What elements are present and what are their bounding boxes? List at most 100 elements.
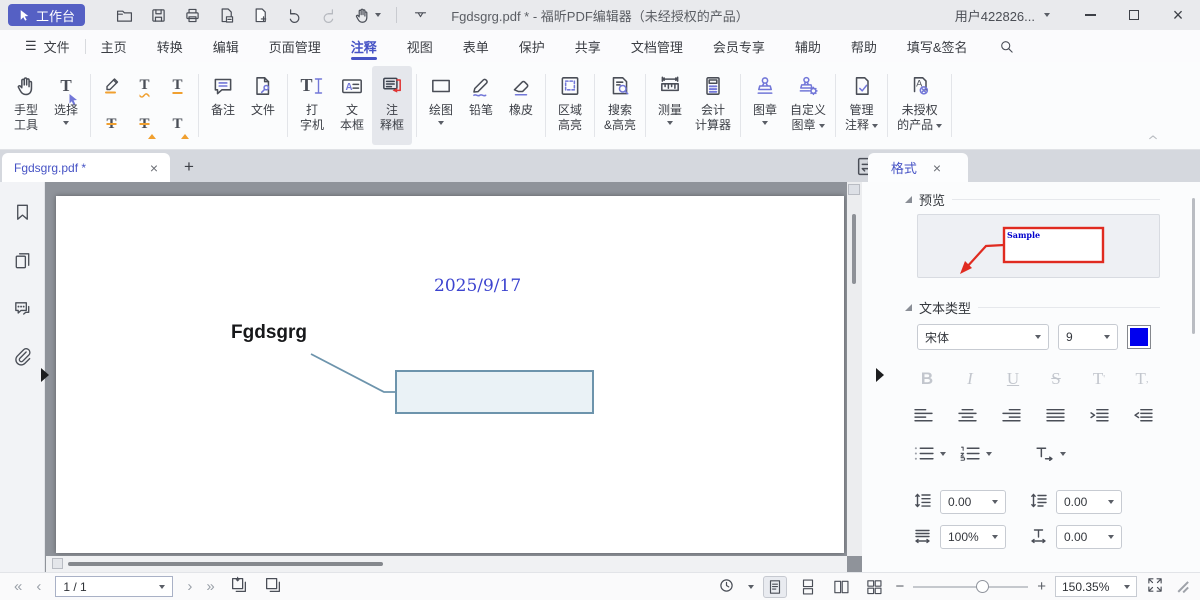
menu-protect[interactable]: 保护 [504, 30, 560, 62]
custom-stamp-dropdown-icon[interactable] [819, 124, 825, 128]
measure-button[interactable]: 测量 [650, 66, 690, 145]
menu-file[interactable]: ☰文件 [10, 30, 85, 62]
menu-comment-active[interactable]: 注释 [336, 30, 392, 62]
eraser-tool-button[interactable]: 橡皮 [501, 66, 541, 145]
zoom-slider-thumb[interactable] [976, 580, 989, 593]
hand-mode-dropdown-icon[interactable] [375, 13, 381, 17]
split-view-nub[interactable] [848, 184, 860, 195]
search-highlight-button[interactable]: 搜索 &高亮 [599, 66, 641, 145]
next-view-icon[interactable] [263, 575, 283, 598]
callout-button-selected[interactable]: 注 释框 [372, 66, 412, 145]
user-account-button[interactable]: 用户422826... [955, 6, 1050, 25]
underline-button[interactable]: U [1000, 366, 1026, 392]
redo-icon[interactable] [319, 6, 338, 25]
auto-scroll-icon[interactable] [717, 576, 736, 598]
horizontal-scrollbar-thumb[interactable] [68, 562, 383, 566]
align-right-button[interactable] [1002, 408, 1021, 426]
minimize-button[interactable] [1068, 0, 1112, 30]
document-viewport[interactable]: 2025/9/17 Fgdsgrg [46, 182, 862, 572]
strikeout-tool[interactable]: T [106, 116, 116, 133]
squiggly-underline-tool[interactable]: T [139, 77, 149, 94]
draw-shapes-button[interactable]: 绘图 [421, 66, 461, 145]
char-spacing-select[interactable]: 0.00 [1056, 525, 1122, 549]
bookmarks-panel-icon[interactable] [12, 202, 33, 226]
bullet-list-button[interactable] [914, 446, 946, 461]
menu-form[interactable]: 表单 [448, 30, 504, 62]
single-page-view-button[interactable] [763, 576, 787, 598]
measure-dropdown-icon[interactable] [667, 121, 673, 125]
continuous-view-button[interactable] [796, 576, 820, 598]
text-type-section-header[interactable]: 文本类型 [905, 298, 1160, 317]
menu-edit[interactable]: 编辑 [198, 30, 254, 62]
hand-tool-button[interactable]: 手型 工具 [6, 66, 46, 145]
paragraph-spacing-select[interactable]: 0.00 [1056, 490, 1122, 514]
zoom-in-icon[interactable]: + [1037, 578, 1046, 595]
replace-text-tool[interactable]: T [139, 116, 149, 133]
previous-page-icon[interactable]: ‹ [36, 579, 41, 594]
menu-organize[interactable]: 页面管理 [254, 30, 336, 62]
first-page-icon[interactable]: « [14, 579, 22, 594]
hand-mode-icon[interactable] [353, 6, 381, 25]
sidebar-expand-handle-icon[interactable] [41, 368, 49, 382]
menu-search-button[interactable] [983, 30, 1030, 62]
subscript-button[interactable]: T, [1129, 366, 1155, 392]
print-icon[interactable] [183, 6, 202, 25]
text-direction-button[interactable] [1034, 446, 1066, 461]
line-spacing-select[interactable]: 0.00 [940, 490, 1006, 514]
attachments-panel-icon[interactable] [12, 346, 33, 370]
previous-view-icon[interactable] [229, 575, 249, 598]
zoom-level-select[interactable]: 150.35% [1055, 576, 1137, 597]
calculator-button[interactable]: 会计 计算器 [690, 66, 736, 145]
format-panel-tab[interactable]: 格式 × [868, 153, 968, 182]
menu-help[interactable]: 帮助 [836, 30, 892, 62]
custom-stamp-button[interactable]: 自定义 图章 [785, 66, 831, 145]
export-page-icon[interactable] [217, 6, 236, 25]
menu-convert[interactable]: 转换 [142, 30, 198, 62]
unauthorized-product-button[interactable]: A 未授权 的产品 [892, 66, 947, 145]
add-page-icon[interactable] [251, 6, 270, 25]
italic-button[interactable]: I [957, 366, 983, 392]
draw-dropdown-icon[interactable] [438, 121, 444, 125]
font-family-select[interactable]: 宋体 [917, 324, 1049, 350]
note-comment-button[interactable]: 备注 [203, 66, 243, 145]
close-button[interactable]: × [1156, 0, 1200, 30]
superscript-button[interactable]: T' [1086, 366, 1112, 392]
increase-indent-button[interactable] [1090, 408, 1109, 426]
font-size-select[interactable]: 9 [1058, 324, 1118, 350]
page-number-select[interactable]: 1 / 1 [55, 576, 173, 597]
strikethrough-button[interactable]: S [1043, 366, 1069, 392]
open-file-icon[interactable] [115, 6, 134, 25]
document-tab-close-icon[interactable]: × [146, 160, 162, 176]
area-highlight-button[interactable]: 区域 高亮 [550, 66, 590, 145]
preview-section-header[interactable]: 预览 [905, 190, 1160, 209]
maximize-button[interactable] [1112, 0, 1156, 30]
manage-comments-button[interactable]: 管理 注释 [840, 66, 883, 145]
collapse-ribbon-button[interactable] [1146, 131, 1160, 146]
menu-fill-sign[interactable]: 填写&签名 [892, 30, 983, 62]
facing-view-button[interactable] [829, 576, 853, 598]
zoom-slider[interactable] [913, 580, 1028, 594]
unauthorized-dropdown-icon[interactable] [936, 124, 942, 128]
vertical-scrollbar[interactable] [847, 182, 862, 556]
next-page-icon[interactable]: › [187, 579, 192, 594]
menu-home[interactable]: 主页 [86, 30, 142, 62]
pencil-tool-button[interactable]: 铅笔 [461, 66, 501, 145]
font-color-swatch[interactable] [1127, 325, 1151, 349]
auto-scroll-dropdown-icon[interactable] [748, 585, 754, 589]
bullet-list-dropdown-icon[interactable] [940, 452, 946, 456]
workspace-button[interactable]: 工作台 [8, 4, 85, 26]
zoom-out-icon[interactable]: − [895, 578, 904, 595]
manage-comments-dropdown-icon[interactable] [872, 124, 878, 128]
file-attachment-button[interactable]: 文件 [243, 66, 283, 145]
align-left-button[interactable] [914, 408, 933, 426]
text-direction-dropdown-icon[interactable] [1060, 452, 1066, 456]
menu-share[interactable]: 共享 [560, 30, 616, 62]
pages-panel-icon[interactable] [12, 250, 33, 274]
menu-doc-manage[interactable]: 文档管理 [616, 30, 698, 62]
format-panel-close-icon[interactable]: × [929, 160, 945, 176]
menu-membership[interactable]: 会员专享 [698, 30, 780, 62]
textbox-button[interactable]: A 文 本框 [332, 66, 372, 145]
fullscreen-icon[interactable] [1146, 576, 1164, 597]
select-tool-button[interactable]: T 选择 [46, 66, 86, 145]
callout-annotation[interactable] [56, 196, 844, 553]
